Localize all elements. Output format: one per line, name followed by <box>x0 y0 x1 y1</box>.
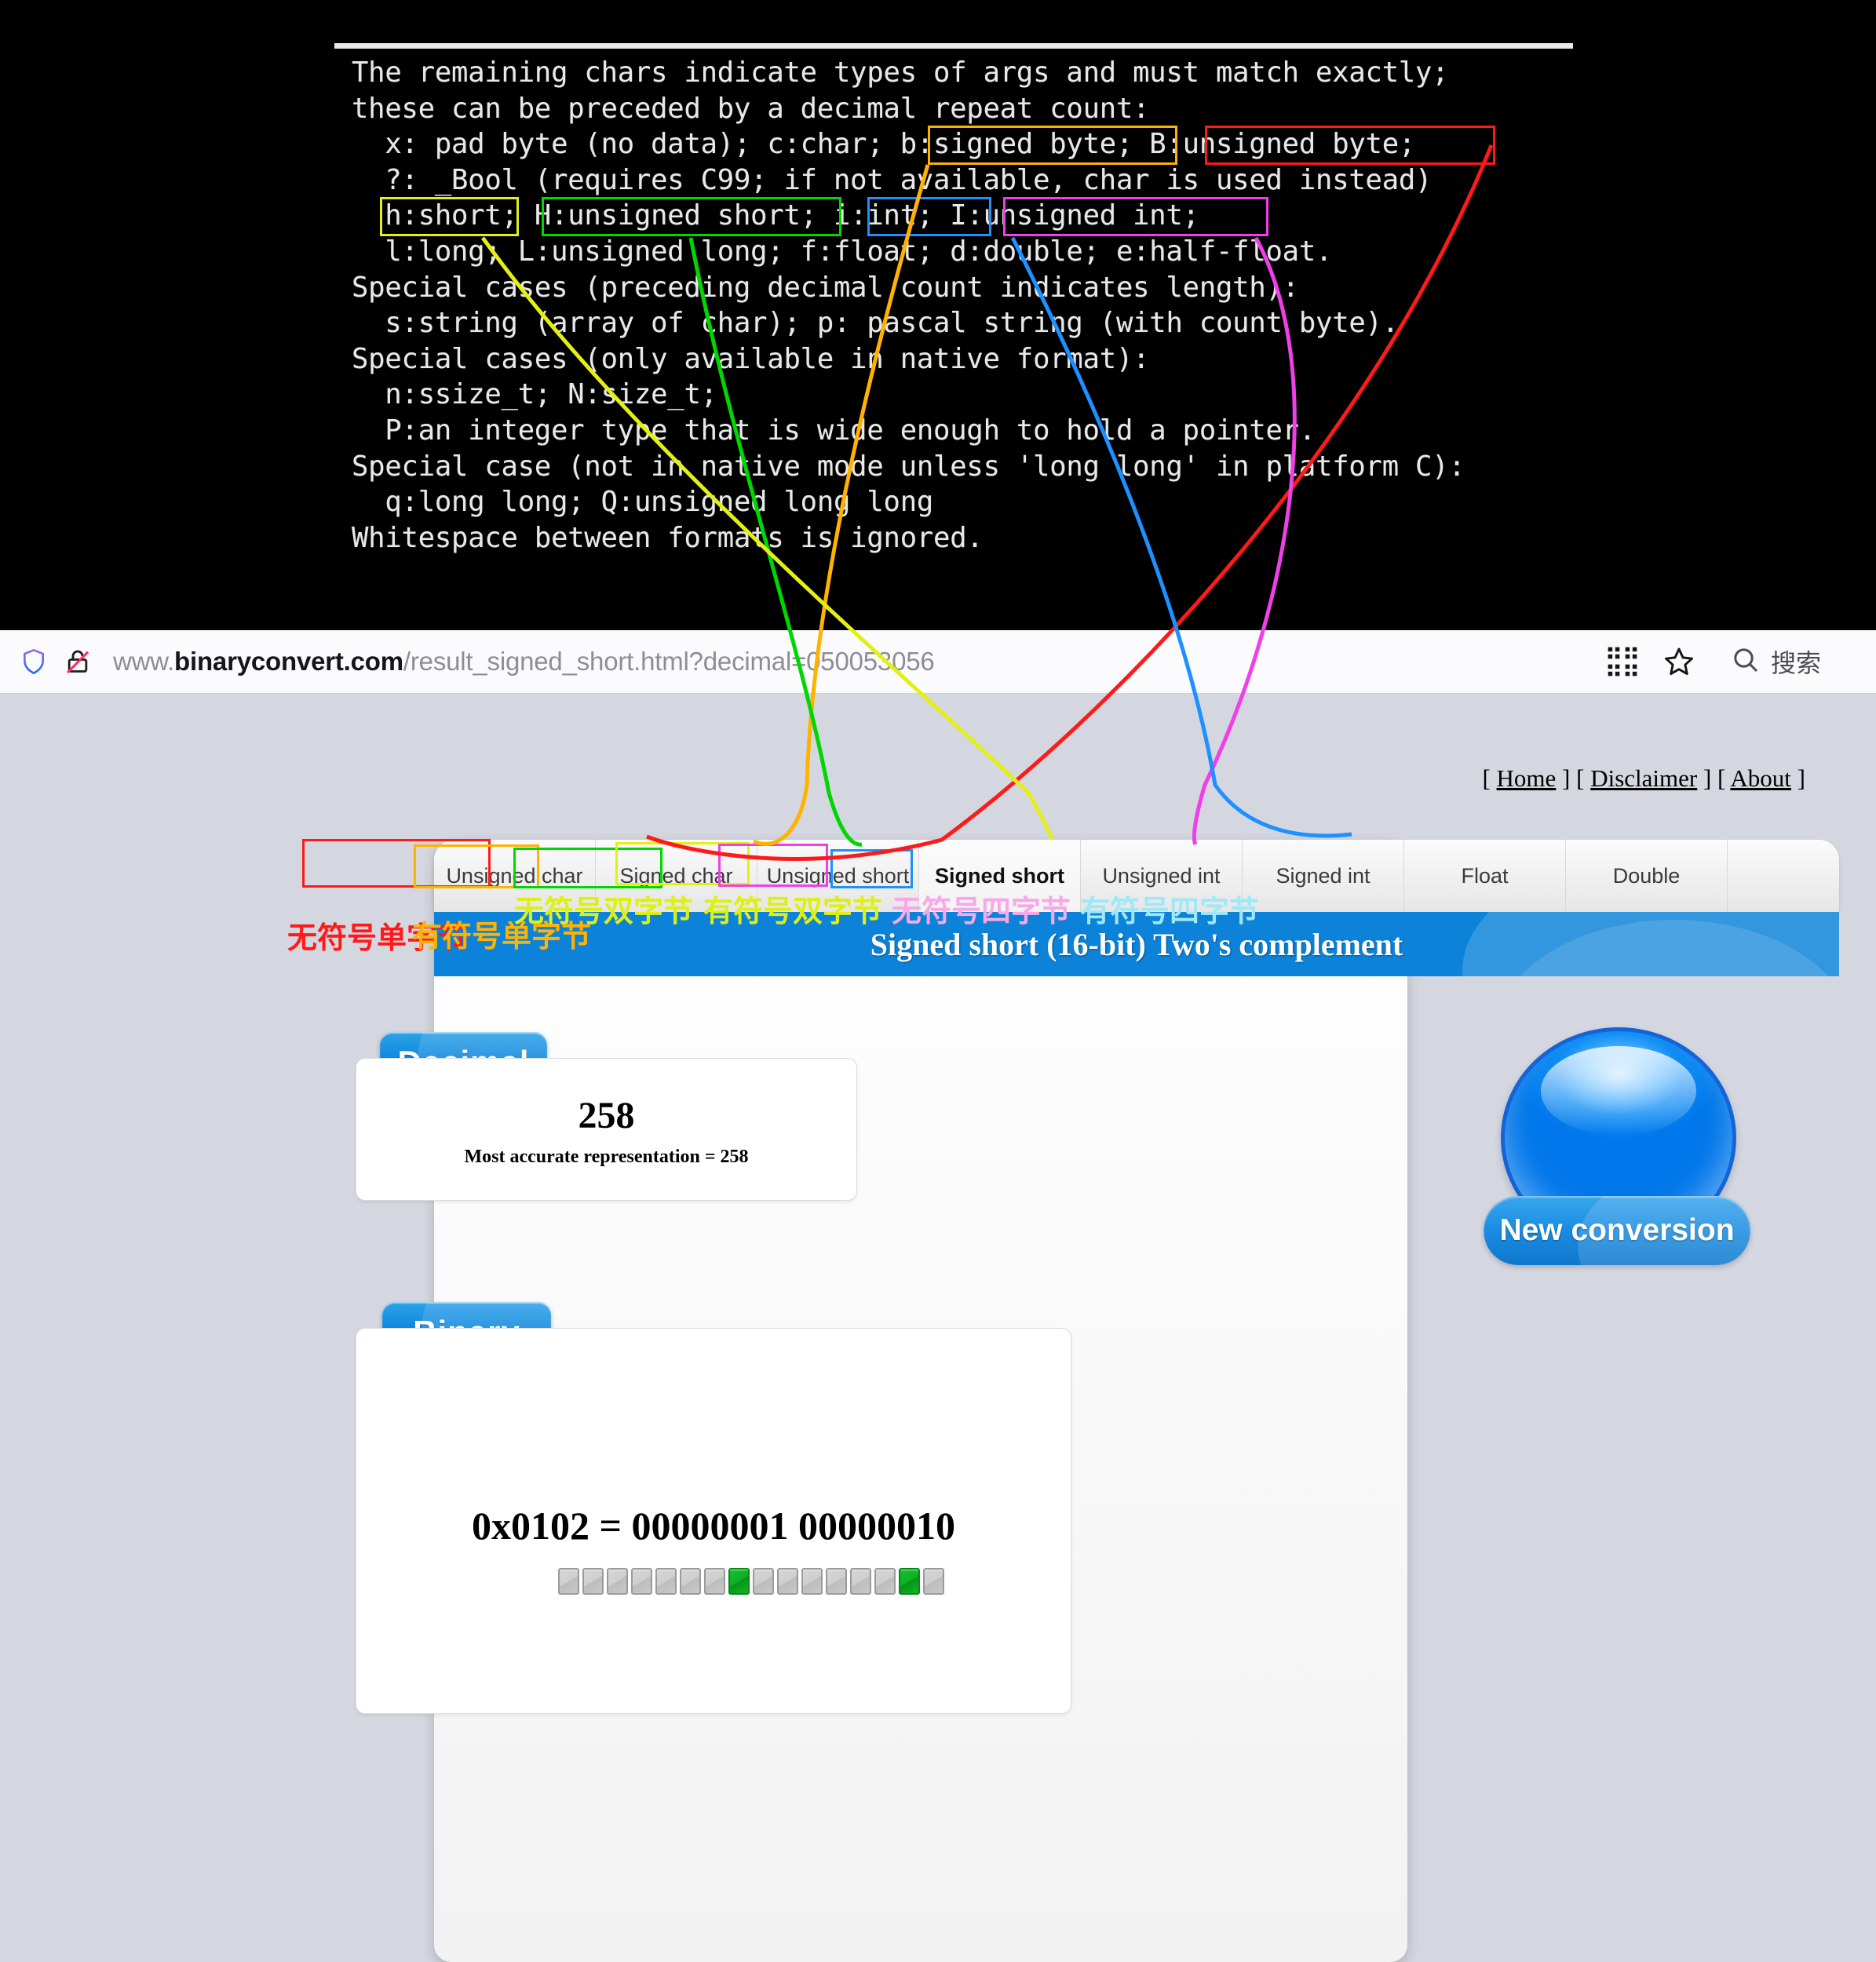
highlight-box-int <box>867 197 991 236</box>
qr-code-icon[interactable] <box>1604 644 1641 680</box>
bracket-open-about: [ <box>1717 764 1726 792</box>
link-about[interactable]: About <box>1730 764 1791 792</box>
bit-cell-4 <box>655 1568 677 1595</box>
bit-cell-6 <box>704 1568 725 1595</box>
highlight-box-signed-byte <box>928 126 1177 165</box>
bit-cell-12 <box>850 1568 871 1595</box>
binary-panel: 0x0102 = 00000001 00000010 <box>356 1328 1071 1714</box>
browser-url-bar[interactable]: www.binaryconvert.com/result_signed_shor… <box>0 630 1876 694</box>
url-text[interactable]: www.binaryconvert.com/result_signed_shor… <box>113 647 935 676</box>
tab-signed-int[interactable]: Signed int <box>1243 840 1404 912</box>
tab-double[interactable]: Double <box>1566 840 1728 912</box>
web-page: [ Home ] [ Disclaimer ] [ About ] Unsign… <box>0 694 1876 1962</box>
tab-label: Unsigned int <box>1102 863 1221 888</box>
tab-label: Double <box>1612 863 1681 888</box>
bracket-open-home: [ <box>1482 764 1491 792</box>
decimal-panel: 258 Most accurate representation = 258 <box>356 1058 857 1201</box>
url-prefix: www. <box>113 647 175 676</box>
bookmark-star-icon[interactable] <box>1661 644 1697 680</box>
cn-label-signed-short: 有符号双字节 <box>703 894 883 928</box>
bit-cell-3 <box>631 1568 652 1595</box>
cn-label-signed-int: 有符号四字节 <box>1080 894 1260 928</box>
url-bar-tools: 搜索 <box>1604 630 1876 693</box>
tab-highlight-signed-int <box>830 849 913 888</box>
link-disclaimer[interactable]: Disclaimer <box>1590 764 1697 792</box>
bit-cell-5 <box>680 1568 701 1595</box>
bracket-close-about: ] <box>1797 764 1805 792</box>
url-domain: binaryconvert.com <box>174 647 403 676</box>
bit-cell-7 <box>728 1568 750 1595</box>
tab-highlight-unsigned-int <box>718 844 828 887</box>
bit-cell-9 <box>777 1568 798 1595</box>
shield-icon[interactable] <box>17 645 50 678</box>
url-path: /result_signed_short.html?decimal=050053… <box>403 647 935 676</box>
bit-cell-10 <box>801 1568 823 1595</box>
bit-cell-1 <box>582 1568 604 1595</box>
terminal-top-rule <box>334 43 1573 49</box>
bit-cell-11 <box>826 1568 847 1595</box>
bracket-close-home: ] <box>1562 764 1571 792</box>
highlight-box-unsigned-short <box>542 197 841 236</box>
binary-bit-grid <box>558 1568 944 1595</box>
bracket-open-disclaimer: [ <box>1576 764 1585 792</box>
lock-crossed-icon[interactable] <box>61 645 94 678</box>
terminal-window: The remaining chars indicate types of ar… <box>0 0 1876 630</box>
cn-label-unsigned-int: 无符号四字节 <box>892 894 1071 928</box>
search-box[interactable]: 搜索 <box>1719 638 1852 685</box>
decimal-note: Most accurate representation = 258 <box>464 1147 749 1167</box>
binary-value: 0x0102 = 00000001 00000010 <box>472 1504 955 1548</box>
bracket-close-disclaimer: ] <box>1703 764 1712 792</box>
bit-cell-0 <box>558 1568 579 1595</box>
bit-cell-8 <box>753 1568 774 1595</box>
tab-label: Float <box>1461 863 1509 888</box>
highlight-box-unsigned-byte <box>1205 126 1495 165</box>
new-conversion-capsule: New conversion <box>1484 1196 1750 1265</box>
bit-cell-14 <box>899 1568 920 1595</box>
search-icon <box>1730 644 1761 680</box>
tab-filler <box>1728 840 1839 912</box>
bit-cell-2 <box>607 1568 628 1595</box>
tab-float[interactable]: Float <box>1404 840 1566 912</box>
link-home[interactable]: Home <box>1497 764 1557 792</box>
tab-label: Signed int <box>1276 863 1371 888</box>
highlight-box-short <box>380 197 519 236</box>
top-nav-links: [ Home ] [ Disclaimer ] [ About ] <box>1482 764 1805 793</box>
bit-cell-15 <box>923 1568 944 1595</box>
cn-label-unsigned-short: 无符号双字节 <box>514 894 694 928</box>
bit-cell-13 <box>874 1568 896 1595</box>
new-conversion-label: New conversion <box>1499 1213 1735 1247</box>
search-label: 搜索 <box>1770 649 1821 677</box>
tab-label: Signed short <box>934 863 1064 888</box>
highlight-box-unsigned-int <box>1003 197 1268 236</box>
decimal-value: 258 <box>578 1095 635 1136</box>
